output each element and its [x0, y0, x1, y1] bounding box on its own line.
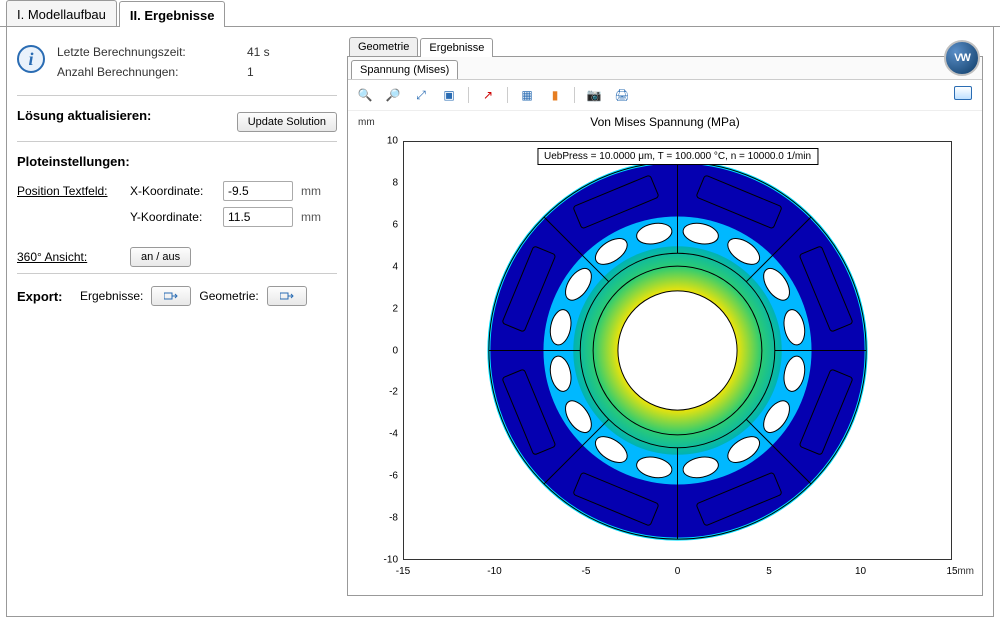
x-coord-label: X-Koordinate: [130, 184, 215, 198]
y-tick: -6 [378, 471, 398, 482]
y-unit: mm [301, 210, 321, 224]
export-results-label: Ergebnisse: [80, 289, 143, 303]
y-axis-unit: mm [358, 117, 375, 128]
x-tick: -15 [396, 566, 410, 577]
update-solution-button[interactable]: Update Solution [237, 112, 337, 132]
export-geom-label: Geometrie: [199, 289, 258, 303]
vw-logo: VW [944, 40, 980, 76]
solution-title: Lösung aktualisieren: [17, 108, 151, 123]
zoom-box-icon[interactable]: ▣ [440, 86, 458, 104]
zoom-in-icon[interactable]: 🔍 [356, 86, 374, 104]
x-axis-unit: mm [957, 566, 974, 577]
y-coord-label: Y-Koordinate: [130, 210, 215, 224]
window-toggle-icon[interactable] [954, 86, 972, 100]
export-geom-button[interactable] [267, 286, 307, 306]
y-tick: 2 [378, 303, 398, 314]
y-tick: 8 [378, 177, 398, 188]
plot-toolbar: 🔍 🔎 ⤢ ▣ ↗ ▦ ▮ 📷 🖨 [348, 80, 982, 111]
right-panel: Geometrie Ergebnisse Spannung (Mises) 🔍 … [347, 37, 983, 606]
y-tick: 10 [378, 136, 398, 147]
plot-annotation: UebPress = 10.0000 μm, T = 100.000 °C, n… [537, 148, 818, 165]
plot-settings-title: Ploteinstellungen: [17, 154, 337, 169]
calc-time-value: 41 s [247, 45, 307, 59]
y-tick: 4 [378, 261, 398, 272]
x-tick: 10 [855, 566, 866, 577]
plot-area: Von Mises Spannung (MPa) mm mm [348, 111, 982, 595]
select-icon[interactable]: ▮ [546, 86, 564, 104]
subtab-results[interactable]: Ergebnisse [420, 38, 493, 57]
export-icon [280, 291, 294, 301]
y-tick: 0 [378, 345, 398, 356]
y-coord-input[interactable] [223, 207, 293, 227]
y-tick: 6 [378, 219, 398, 230]
x-coord-input[interactable] [223, 181, 293, 201]
export-icon [164, 291, 178, 301]
export-label: Export: [17, 289, 72, 304]
calc-count-label: Anzahl Berechnungen: [57, 65, 237, 79]
axis-icon[interactable]: ↗ [479, 86, 497, 104]
zoom-out-icon[interactable]: 🔎 [384, 86, 402, 104]
y-tick: -4 [378, 429, 398, 440]
plot-title: Von Mises Spannung (MPa) [348, 111, 982, 133]
tab-model[interactable]: I. Modellaufbau [6, 0, 117, 26]
subtab-geometry[interactable]: Geometrie [349, 37, 418, 56]
calc-time-label: Letzte Berechnungszeit: [57, 45, 237, 59]
export-results-button[interactable] [151, 286, 191, 306]
view-360-label: 360° Ansicht: [17, 250, 122, 264]
camera-icon[interactable]: 📷 [585, 86, 603, 104]
calc-count-value: 1 [247, 65, 307, 79]
chart-canvas[interactable]: UebPress = 10.0000 μm, T = 100.000 °C, n… [403, 141, 952, 560]
left-panel: i Letzte Berechnungszeit: 41 s Anzahl Be… [17, 37, 337, 606]
pos-textfield-label: Position Textfeld: [17, 184, 122, 198]
zoom-fit-icon[interactable]: ⤢ [412, 86, 430, 104]
x-tick: -10 [487, 566, 501, 577]
x-unit: mm [301, 184, 321, 198]
x-tick: 15 [946, 566, 957, 577]
grid-icon[interactable]: ▦ [518, 86, 536, 104]
y-tick: -2 [378, 387, 398, 398]
info-icon: i [17, 45, 45, 73]
mises-plot [404, 142, 951, 559]
plot-subtab-mises[interactable]: Spannung (Mises) [351, 60, 458, 79]
x-tick: -5 [582, 566, 591, 577]
tab-results[interactable]: II. Ergebnisse [119, 1, 226, 27]
toggle-360-button[interactable]: an / aus [130, 247, 191, 267]
y-tick: -10 [378, 555, 398, 566]
print-icon[interactable]: 🖨 [613, 86, 631, 104]
y-tick: -8 [378, 513, 398, 524]
x-tick: 5 [766, 566, 772, 577]
x-tick: 0 [675, 566, 681, 577]
